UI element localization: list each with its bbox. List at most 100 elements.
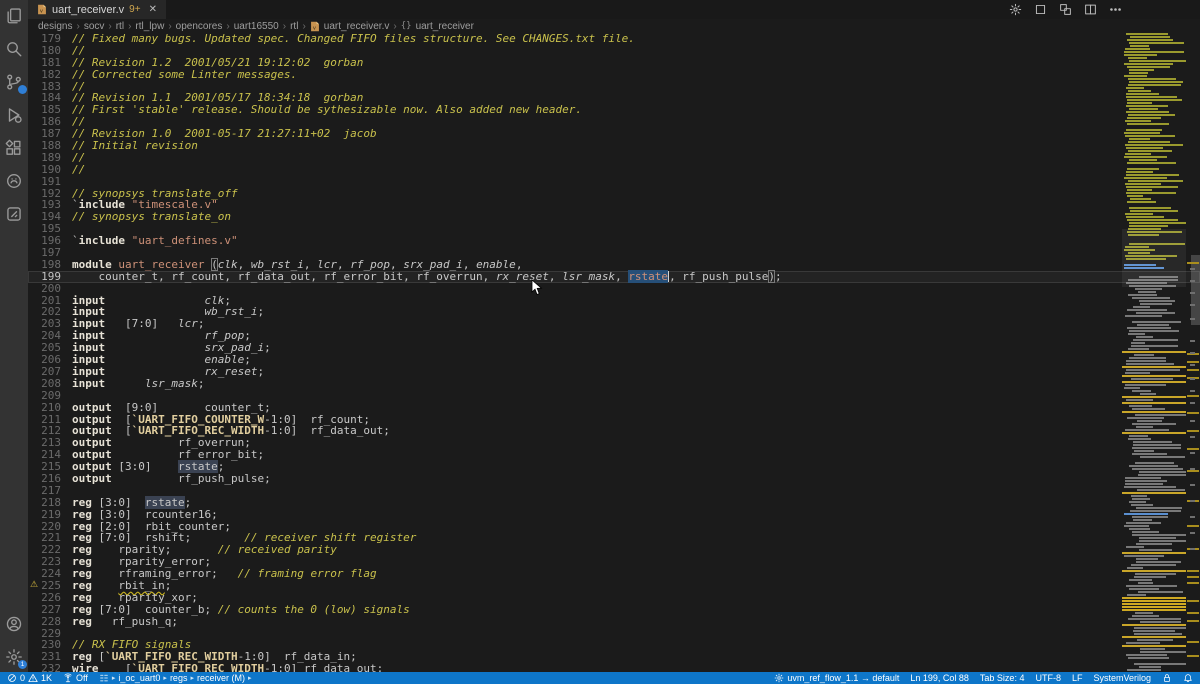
line-number[interactable]: 191	[28, 176, 72, 188]
code-line[interactable]: 216output rf_push_pulse;	[28, 473, 1200, 485]
search-icon	[5, 40, 23, 58]
line-text	[72, 628, 1200, 640]
status-right-item-2[interactable]: Tab Size: 4	[980, 673, 1025, 683]
line-text: // Corrected some Linter messages.	[72, 69, 1200, 81]
line-number[interactable]: 190	[28, 164, 72, 176]
minimap-slider[interactable]	[1122, 229, 1186, 287]
activity-bar: 1	[0, 0, 28, 672]
line-number[interactable]: 208	[28, 378, 72, 390]
activity-item-search[interactable]	[5, 40, 23, 58]
activity-item-accounts[interactable]	[5, 615, 23, 633]
action-compare-icon[interactable]	[1059, 3, 1072, 16]
code-line[interactable]: 217	[28, 485, 1200, 497]
code-line[interactable]: 224reg rframing_error; // framing error …	[28, 568, 1200, 580]
activity-item-extension-a[interactable]	[5, 172, 23, 190]
overview-mark	[1190, 516, 1195, 518]
line-text: // First 'stable' release. Should be syt…	[72, 104, 1200, 116]
line-number[interactable]: 210	[28, 402, 72, 414]
status-right-item-0[interactable]: uvm_ref_flow_1.1 → default	[774, 673, 899, 683]
status-right-item-7[interactable]	[1183, 673, 1193, 683]
breadcrumb-item[interactable]: rtl	[116, 21, 124, 32]
tab-problems-badge: 9+	[129, 4, 140, 15]
activity-item-source-control[interactable]	[5, 73, 23, 91]
line-number[interactable]: 200	[28, 283, 72, 295]
code-line[interactable]: 199 counter_t, rf_count, rf_data_out, rf…	[28, 271, 1200, 283]
line-number[interactable]: 219	[28, 509, 72, 521]
line-number[interactable]: 180	[28, 45, 72, 57]
line-number[interactable]: 228	[28, 616, 72, 628]
tab-close-icon[interactable]: ✕	[149, 4, 157, 15]
line-number[interactable]: 209	[28, 390, 72, 402]
line-text: wire [`UART_FIFO_REC_WIDTH-1:0] rf_data_…	[72, 663, 1200, 672]
status-left-item-0[interactable]: Off	[63, 673, 88, 683]
status-right-item-1[interactable]: Ln 199, Col 88	[910, 673, 969, 683]
breadcrumb-file[interactable]: uart_receiver.v	[324, 21, 390, 32]
line-number[interactable]: 226	[28, 592, 72, 604]
status-right-item-5[interactable]: SystemVerilog	[1093, 673, 1151, 683]
action-split-editor-icon[interactable]	[1084, 3, 1097, 16]
code-line[interactable]: 229	[28, 628, 1200, 640]
run-debug-icon	[5, 106, 23, 124]
code-line[interactable]: 187// Revision 1.0 2001-05-17 21:27:11+0…	[28, 128, 1200, 140]
code-line[interactable]: 232wire [`UART_FIFO_REC_WIDTH-1:0] rf_da…	[28, 663, 1200, 672]
breadcrumb-item[interactable]: opencores	[176, 21, 223, 32]
status-right-item-3[interactable]: UTF-8	[1035, 673, 1061, 683]
breadcrumb-item[interactable]: rtl_lpw	[135, 21, 164, 32]
status-left-item-1[interactable]: ▸i_oc_uart0▸regs▸receiver (M)▸	[99, 673, 252, 683]
scope-separator: ▸	[248, 674, 252, 682]
line-number[interactable]: 189	[28, 152, 72, 164]
activity-item-extension-b[interactable]	[5, 205, 23, 223]
code-line[interactable]: 188// Initial revision	[28, 140, 1200, 152]
code-line[interactable]: 189//	[28, 152, 1200, 164]
line-number[interactable]: 227	[28, 604, 72, 616]
activity-item-extensions[interactable]	[5, 139, 23, 157]
status-label: Ln 199, Col 88	[910, 673, 969, 683]
mouse-pointer-icon	[531, 279, 543, 296]
breadcrumb-symbol[interactable]: uart_receiver	[416, 21, 474, 32]
line-number[interactable]: 217	[28, 485, 72, 497]
code-editor[interactable]: 179// Fixed many bugs. Updated spec. Cha…	[28, 33, 1200, 672]
line-text: // Revision 1.0 2001-05-17 21:27:11+02 j…	[72, 128, 1200, 140]
activity-item-run-debug[interactable]	[5, 106, 23, 124]
breadcrumb-item[interactable]: designs	[38, 21, 72, 32]
breadcrumb-item[interactable]: socv	[84, 21, 105, 32]
scope-part: receiver (M)	[197, 673, 245, 683]
overview-mark	[1190, 436, 1195, 438]
line-number[interactable]: 199	[28, 271, 72, 283]
status-right-item-6[interactable]	[1162, 673, 1172, 683]
code-line[interactable]: 179// Fixed many bugs. Updated spec. Cha…	[28, 33, 1200, 45]
line-text: counter_t, rf_count, rf_data_out, rf_err…	[72, 271, 1200, 283]
account-icon	[5, 615, 23, 633]
breadcrumb-item[interactable]: rtl	[290, 21, 298, 32]
overview-mark	[1190, 364, 1195, 366]
code-line[interactable]: 227reg [7:0] counter_b; // counts the 0 …	[28, 604, 1200, 616]
code-line[interactable]: 196`include "uart_defines.v"	[28, 235, 1200, 247]
verilog-file-icon: v	[37, 4, 47, 15]
status-problems[interactable]: 01K	[7, 673, 52, 683]
code-line[interactable]: 228reg rf_push_q;	[28, 616, 1200, 628]
activity-item-explorer[interactable]	[5, 7, 23, 25]
tab-uart-receiver[interactable]: v uart_receiver.v 9+ ✕	[28, 0, 166, 19]
line-number[interactable]: 182	[28, 69, 72, 81]
activity-item-settings[interactable]: 1	[5, 648, 23, 666]
overview-mark	[1190, 402, 1195, 404]
minimap[interactable]	[1122, 33, 1186, 672]
code-line[interactable]: 182// Corrected some Linter messages.	[28, 69, 1200, 81]
action-gear-icon[interactable]	[1009, 3, 1022, 16]
line-number[interactable]: 232	[28, 663, 72, 672]
breadcrumb-separator: ›	[108, 21, 111, 32]
code-line[interactable]: 194// synopsys translate_on	[28, 211, 1200, 223]
line-number[interactable]: 218	[28, 497, 72, 509]
scrollbar-thumb[interactable]	[1191, 255, 1200, 325]
code-line[interactable]: 225⚠reg rbit_in;	[28, 580, 1200, 592]
code-line[interactable]: 190//	[28, 164, 1200, 176]
action-more-icon[interactable]	[1109, 3, 1122, 16]
line-number[interactable]: 181	[28, 57, 72, 69]
code-line[interactable]: 208input lsr_mask;	[28, 378, 1200, 390]
action-square-icon[interactable]	[1034, 3, 1047, 16]
code-line[interactable]: 185// First 'stable' release. Should be …	[28, 104, 1200, 116]
breadcrumb-item[interactable]: uart16550	[234, 21, 279, 32]
status-right-item-4[interactable]: LF	[1072, 673, 1083, 683]
line-text: //	[72, 164, 1200, 176]
scrollbar[interactable]	[1186, 33, 1200, 672]
